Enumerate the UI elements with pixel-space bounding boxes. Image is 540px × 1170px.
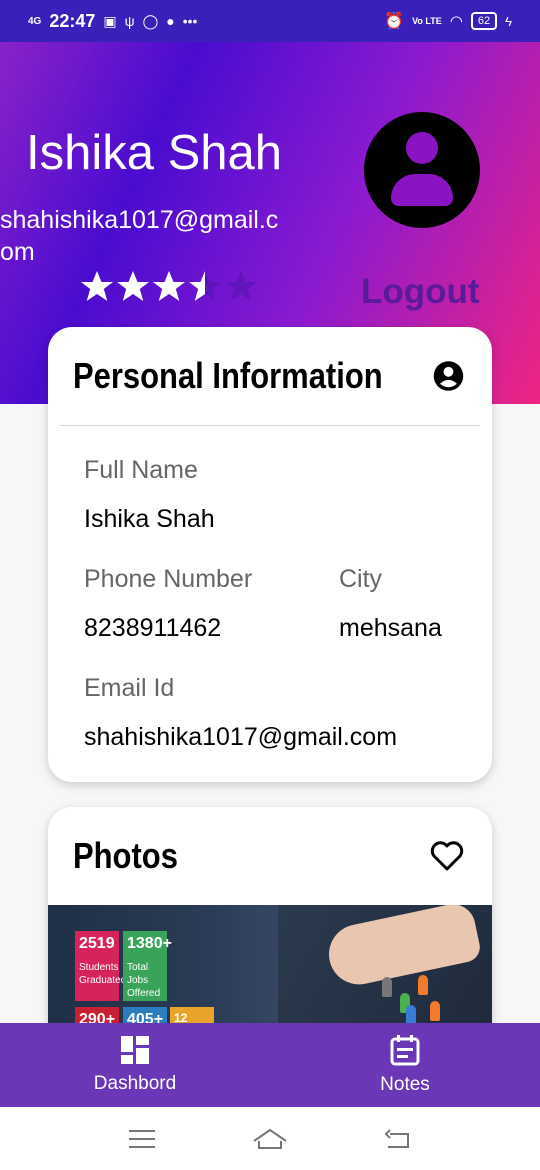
nav-label-notes: Notes <box>380 1074 430 1095</box>
rating-stars <box>80 270 258 304</box>
photos-header: Photos <box>48 807 492 905</box>
dashboard-icon <box>121 1036 149 1064</box>
avatar-body <box>391 174 453 206</box>
phone-label: Phone Number <box>84 565 253 593</box>
personal-info-card: Personal Information Full Name Ishika Sh… <box>48 327 492 782</box>
stat-tile: 2519 Students Graduated <box>75 931 126 1001</box>
avatar-head <box>406 132 438 164</box>
avatar[interactable] <box>364 112 480 228</box>
star-icon <box>81 271 113 301</box>
more-icon: ••• <box>182 13 198 29</box>
profile-email: shahishika1017@gmail.com <box>0 206 279 266</box>
charging-icon: ϟ <box>505 13 512 29</box>
star-icon <box>225 271 257 301</box>
divider <box>60 425 480 426</box>
city-value: mehsana <box>339 614 442 642</box>
whatsapp-icon: ◯ <box>142 12 159 29</box>
photos-title: Photos <box>73 835 178 876</box>
star-icon <box>189 271 221 301</box>
nav-item-dashboard[interactable]: Dashbord <box>0 1023 270 1107</box>
home-icon[interactable] <box>252 1127 288 1151</box>
phone-value: 8238911462 <box>84 614 222 642</box>
photo-figure <box>418 975 428 995</box>
status-bar: 4G 22:47 ▣ ψ ◯ ● ••• ⏰ Vo LTE ◠ 62 ϟ <box>0 0 540 42</box>
email-label: Email Id <box>84 674 175 702</box>
full-name-label: Full Name <box>84 456 198 484</box>
notes-icon <box>390 1035 420 1066</box>
star-icon <box>117 271 149 301</box>
star-icon <box>153 271 185 301</box>
bottom-nav: Dashbord Notes <box>0 1023 540 1107</box>
clock: 22:47 <box>49 10 96 31</box>
nav-label-dashboard: Dashbord <box>93 1073 177 1094</box>
wifi-icon: ◠ <box>449 13 463 30</box>
account-circle-icon <box>433 361 464 391</box>
volte-icon: Vo LTE <box>412 16 442 26</box>
photo-figure <box>382 977 392 997</box>
stat-tile: 1380+ Total Jobs Offered <box>123 931 172 1001</box>
signal-icon: 4G <box>28 15 42 27</box>
photo-figure <box>406 1005 416 1025</box>
alarm-icon: ⏰ <box>384 13 405 30</box>
full-name-value: Ishika Shah <box>84 505 215 533</box>
profile-name: Ishika Shah <box>26 126 283 180</box>
battery-icon: 62 <box>470 12 498 30</box>
personal-info-title: Personal Information <box>73 355 383 396</box>
logout-button[interactable]: Logout <box>361 272 480 312</box>
menu-icon[interactable] <box>128 1128 156 1150</box>
photo-figure <box>430 1001 440 1021</box>
compass-icon: ● <box>166 13 175 29</box>
personal-info-header: Personal Information <box>48 327 492 425</box>
city-label: City <box>339 565 383 593</box>
nav-item-notes[interactable]: Notes <box>270 1023 540 1107</box>
heart-icon[interactable] <box>430 841 464 871</box>
app-icon: ▣ <box>103 12 117 29</box>
system-nav-bar <box>0 1107 540 1170</box>
email-value: shahishika1017@gmail.com <box>84 723 398 751</box>
usb-icon: ψ <box>124 13 135 29</box>
back-icon[interactable] <box>384 1128 412 1150</box>
